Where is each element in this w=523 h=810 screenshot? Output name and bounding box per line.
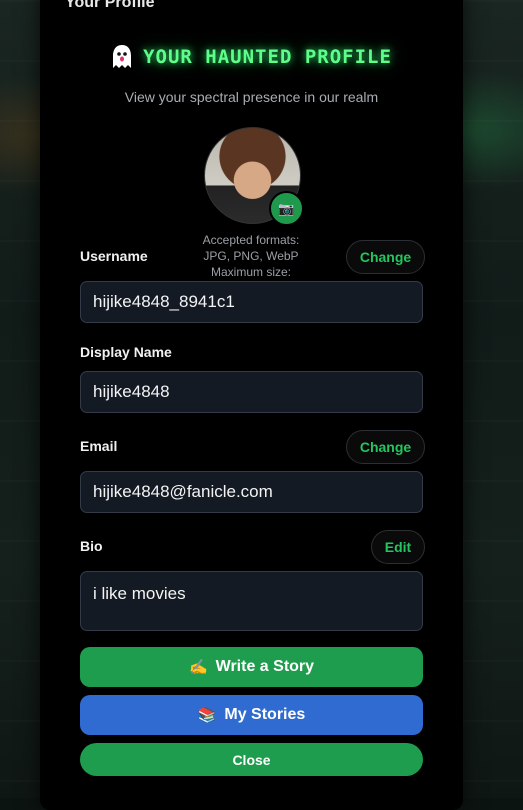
avatar-container: 📷 xyxy=(204,127,304,226)
my-stories-label: My Stories xyxy=(224,706,306,723)
haunted-header: YOUR HAUNTED PROFILE View your spectral … xyxy=(40,44,463,105)
bio-field[interactable]: i like movies xyxy=(80,571,423,631)
change-email-button[interactable]: Change xyxy=(346,430,425,464)
email-label: Email xyxy=(80,438,118,454)
write-story-button[interactable]: ✍️ Write a Story xyxy=(80,647,423,687)
haunted-subtitle: View your spectral presence in our realm xyxy=(124,89,379,105)
email-field[interactable]: hijike4848@fanicle.com xyxy=(80,471,423,513)
username-field[interactable]: hijike4848_8941c1 xyxy=(80,281,423,323)
modal-title: Your Profile xyxy=(65,0,155,11)
edit-bio-button[interactable]: Edit xyxy=(371,530,425,564)
display-name-field[interactable]: hijike4848 xyxy=(80,371,423,413)
camera-icon[interactable]: 📷 xyxy=(269,191,304,226)
ghost-icon xyxy=(113,45,132,68)
writing-hand-icon: ✍️ xyxy=(188,659,208,676)
close-button[interactable]: Close xyxy=(80,743,423,776)
username-label: Username xyxy=(80,248,148,264)
haunted-title-row: YOUR HAUNTED PROFILE xyxy=(111,44,392,70)
books-icon: 📚 xyxy=(197,707,217,724)
bio-label: Bio xyxy=(80,538,103,554)
write-story-label: Write a Story xyxy=(215,658,315,675)
my-stories-button[interactable]: 📚 My Stories xyxy=(80,695,423,735)
accepted-formats-text: Accepted formats: JPG, PNG, WebP xyxy=(202,233,300,263)
change-username-button[interactable]: Change xyxy=(346,240,425,274)
haunted-title: YOUR HAUNTED PROFILE xyxy=(143,46,392,68)
display-name-label: Display Name xyxy=(80,344,172,360)
